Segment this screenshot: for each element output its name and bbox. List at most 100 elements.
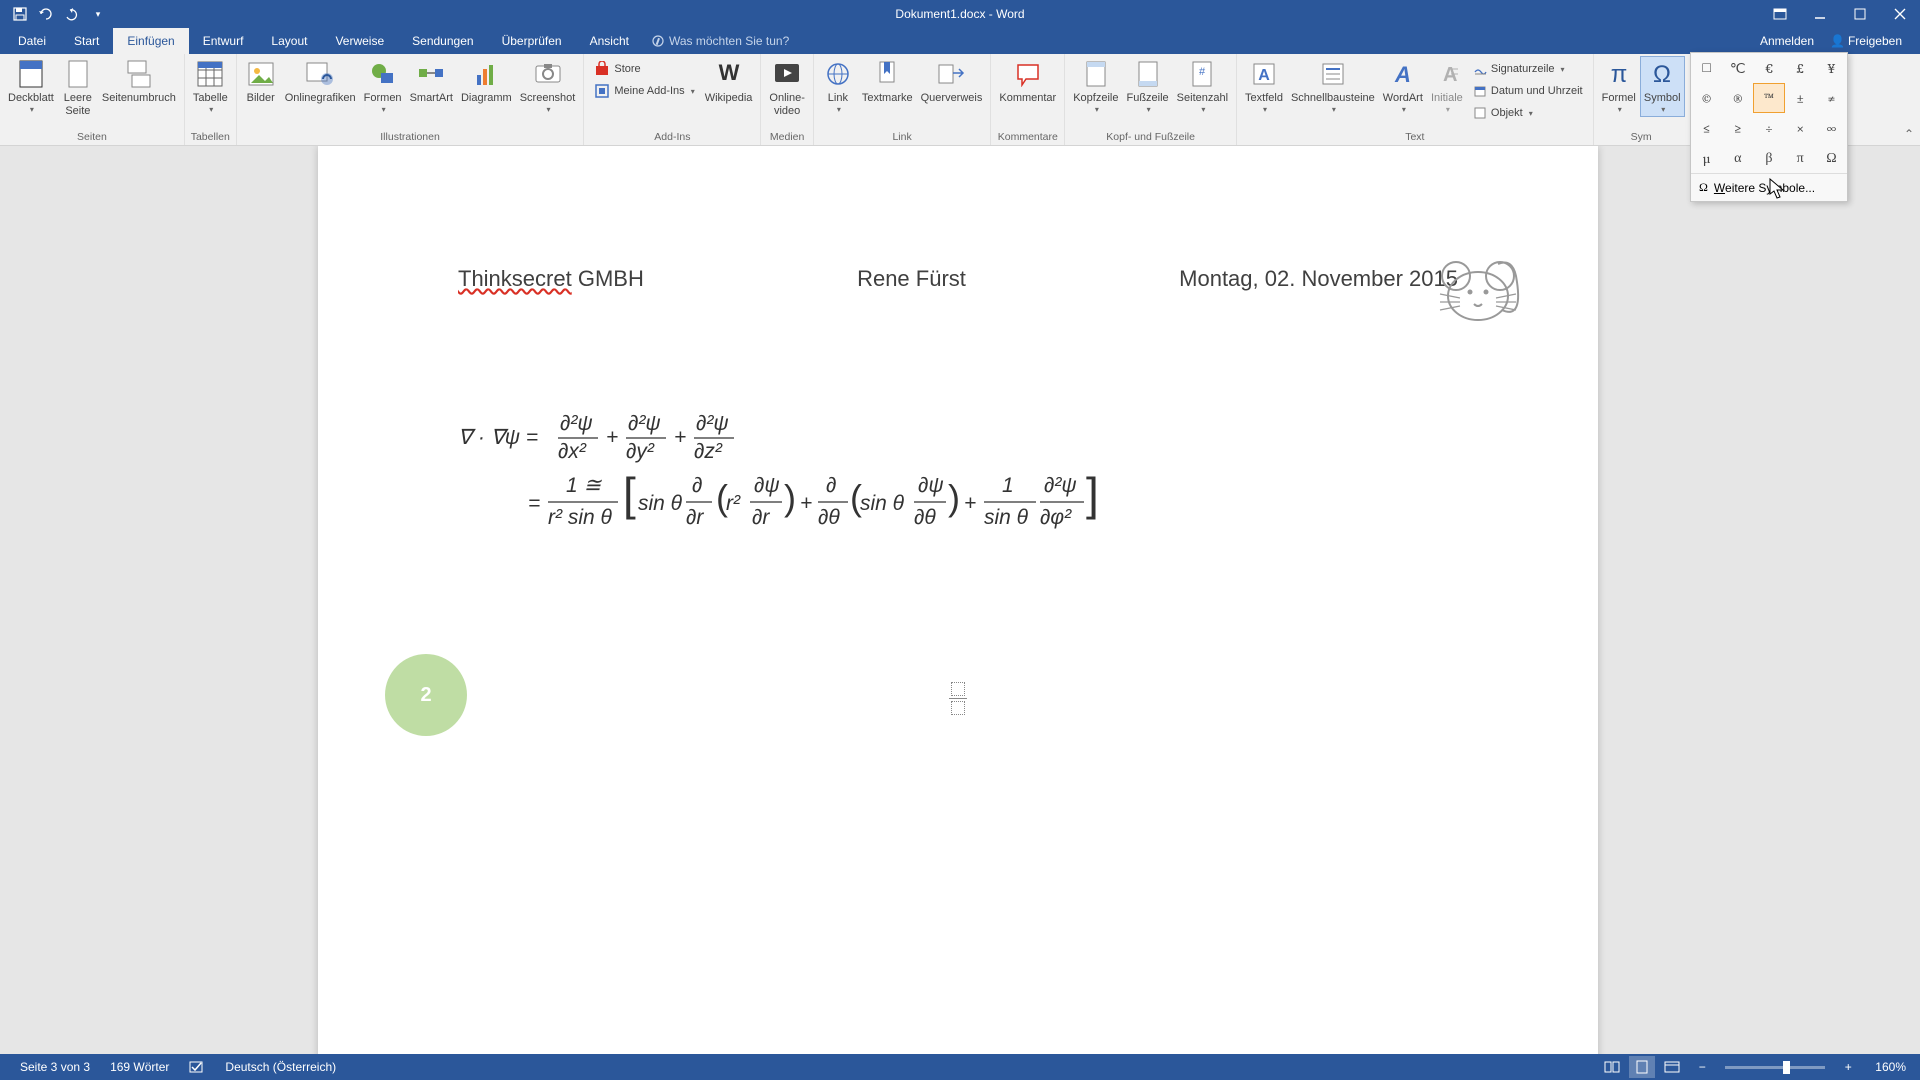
symbol-cell-15[interactable]: µ bbox=[1691, 143, 1722, 173]
onlinegrafiken-button[interactable]: Onlinegrafiken bbox=[281, 56, 360, 107]
tab-ansicht[interactable]: Ansicht bbox=[576, 28, 643, 54]
tabelle-button[interactable]: Tabelle▾ bbox=[189, 56, 232, 117]
querverweis-button[interactable]: Querverweis bbox=[917, 56, 987, 107]
word-count[interactable]: 169 Wörter bbox=[100, 1060, 179, 1074]
svg-text:∂: ∂ bbox=[826, 474, 836, 497]
zoom-level[interactable]: 160% bbox=[1865, 1060, 1910, 1074]
onlinevideo-button[interactable]: Online- video bbox=[765, 56, 808, 120]
read-mode-button[interactable] bbox=[1599, 1056, 1625, 1078]
tab-verweise[interactable]: Verweise bbox=[321, 28, 398, 54]
zoom-out-button[interactable]: − bbox=[1689, 1056, 1715, 1078]
seitenzahl-button[interactable]: #Seitenzahl▾ bbox=[1173, 56, 1232, 117]
symbol-cell-4[interactable]: ¥ bbox=[1816, 53, 1847, 83]
tab-einfuegen[interactable]: Einfügen bbox=[113, 28, 188, 54]
wikipedia-button[interactable]: WWikipedia bbox=[701, 56, 757, 107]
formen-button[interactable]: Formen▾ bbox=[360, 56, 406, 117]
symbol-cell-14[interactable]: ∞ bbox=[1816, 113, 1847, 143]
page-indicator[interactable]: Seite 3 von 3 bbox=[10, 1060, 100, 1074]
symbol-button[interactable]: ΩSymbol▾ bbox=[1640, 56, 1685, 117]
wordart-button[interactable]: AWordArt▾ bbox=[1379, 56, 1427, 117]
omega-icon: Ω bbox=[1699, 180, 1708, 195]
zoom-in-button[interactable]: + bbox=[1835, 1056, 1861, 1078]
symbol-cell-19[interactable]: Ω bbox=[1816, 143, 1847, 173]
web-layout-button[interactable] bbox=[1659, 1056, 1685, 1078]
symbol-cell-6[interactable]: ® bbox=[1722, 83, 1753, 113]
svg-text:=: = bbox=[528, 492, 540, 515]
kopfzeile-button[interactable]: Kopfzeile▾ bbox=[1069, 56, 1122, 117]
svg-text:r² sin θ: r² sin θ bbox=[548, 506, 613, 529]
ribbon-tabs: Datei Start Einfügen Entwurf Layout Verw… bbox=[0, 28, 1920, 54]
proofing-icon[interactable] bbox=[179, 1060, 215, 1074]
qat-customize[interactable]: ▾ bbox=[86, 2, 110, 26]
diagramm-button[interactable]: Diagramm bbox=[457, 56, 516, 107]
svg-text:A: A bbox=[1258, 67, 1270, 84]
symbol-cell-9[interactable]: ≠ bbox=[1816, 83, 1847, 113]
collapse-ribbon-icon[interactable]: ⌃ bbox=[1904, 127, 1914, 141]
svg-text:∂ψ: ∂ψ bbox=[918, 474, 944, 497]
group-label-illustrationen: Illustrationen bbox=[241, 129, 580, 145]
minimize-button[interactable] bbox=[1800, 0, 1840, 28]
symbol-cell-8[interactable]: ± bbox=[1785, 83, 1816, 113]
tab-datei[interactable]: Datei bbox=[4, 28, 60, 54]
print-layout-button[interactable] bbox=[1629, 1056, 1655, 1078]
tab-start[interactable]: Start bbox=[60, 28, 113, 54]
tab-layout[interactable]: Layout bbox=[257, 28, 321, 54]
symbol-cell-0[interactable]: □ bbox=[1691, 53, 1722, 83]
save-button[interactable] bbox=[8, 2, 32, 26]
symbol-cell-5[interactable]: © bbox=[1691, 83, 1722, 113]
undo-button[interactable] bbox=[34, 2, 58, 26]
group-label-seiten: Seiten bbox=[4, 129, 180, 145]
smartart-button[interactable]: SmartArt bbox=[406, 56, 457, 107]
ribbon-display-options[interactable] bbox=[1760, 0, 1800, 28]
symbol-cell-16[interactable]: α bbox=[1722, 143, 1753, 173]
symbol-cell-3[interactable]: £ bbox=[1785, 53, 1816, 83]
svg-text:sin θ: sin θ bbox=[984, 506, 1029, 529]
svg-text:]: ] bbox=[1086, 468, 1099, 520]
group-medien: Online- video Medien bbox=[761, 54, 813, 145]
symbol-cell-18[interactable]: π bbox=[1785, 143, 1816, 173]
tab-sendungen[interactable]: Sendungen bbox=[398, 28, 487, 54]
symbol-cell-17[interactable]: β bbox=[1753, 143, 1784, 173]
symbol-cell-13[interactable]: × bbox=[1785, 113, 1816, 143]
redo-button[interactable] bbox=[60, 2, 84, 26]
link-button[interactable]: Link▾ bbox=[818, 56, 858, 117]
initiale-button[interactable]: AInitiale▾ bbox=[1427, 56, 1467, 117]
svg-text:sin θ: sin θ bbox=[860, 492, 905, 515]
screenshot-button[interactable]: Screenshot▾ bbox=[516, 56, 580, 117]
symbol-cell-7[interactable]: ™ bbox=[1753, 83, 1784, 113]
symbol-cell-2[interactable]: € bbox=[1753, 53, 1784, 83]
symbol-cell-12[interactable]: ÷ bbox=[1753, 113, 1784, 143]
objekt-button[interactable]: Objekt▾ bbox=[1471, 102, 1585, 124]
fusszeile-button[interactable]: Fußzeile▾ bbox=[1122, 56, 1172, 117]
seitenumbruch-button[interactable]: Seitenumbruch bbox=[98, 56, 180, 107]
svg-text:[: [ bbox=[623, 468, 636, 520]
zoom-slider[interactable] bbox=[1725, 1066, 1825, 1069]
close-button[interactable] bbox=[1880, 0, 1920, 28]
tab-ueberpruefen[interactable]: Überprüfen bbox=[488, 28, 576, 54]
schnellbausteine-button[interactable]: Schnellbausteine▾ bbox=[1287, 56, 1379, 117]
kommentar-button[interactable]: Kommentar bbox=[995, 56, 1060, 107]
symbol-cell-10[interactable]: ≤ bbox=[1691, 113, 1722, 143]
equation-fraction-placeholder[interactable] bbox=[949, 682, 967, 715]
signaturzeile-button[interactable]: Signaturzeile▾ bbox=[1471, 58, 1585, 80]
textmarke-button[interactable]: Textmarke bbox=[858, 56, 917, 107]
share-link[interactable]: 👤Freigeben bbox=[1830, 34, 1902, 48]
formel-button[interactable]: πFormel▾ bbox=[1598, 56, 1640, 117]
tab-entwurf[interactable]: Entwurf bbox=[189, 28, 258, 54]
bilder-button[interactable]: Bilder bbox=[241, 56, 281, 107]
tell-me[interactable]: Was möchten Sie tun? bbox=[651, 34, 789, 48]
symbol-cell-11[interactable]: ≥ bbox=[1722, 113, 1753, 143]
maximize-button[interactable] bbox=[1840, 0, 1880, 28]
textfeld-button[interactable]: ATextfeld▾ bbox=[1241, 56, 1287, 117]
page-header-row: Thinksecret GMBH Rene Fürst Montag, 02. … bbox=[458, 266, 1458, 292]
deckblatt-button[interactable]: Deckblatt▾ bbox=[4, 56, 58, 117]
symbol-cell-1[interactable]: ℃ bbox=[1722, 53, 1753, 83]
svg-text:+: + bbox=[674, 426, 686, 449]
store-button[interactable]: Store bbox=[592, 58, 696, 80]
signin-link[interactable]: Anmelden bbox=[1760, 34, 1814, 48]
datum-button[interactable]: Datum und Uhrzeit bbox=[1471, 80, 1585, 102]
leere-seite-button[interactable]: Leere Seite bbox=[58, 56, 98, 120]
document-area[interactable]: Thinksecret GMBH Rene Fürst Montag, 02. … bbox=[0, 146, 1920, 1054]
language-indicator[interactable]: Deutsch (Österreich) bbox=[215, 1060, 346, 1074]
meine-addins-button[interactable]: Meine Add-Ins▾ bbox=[592, 80, 696, 102]
